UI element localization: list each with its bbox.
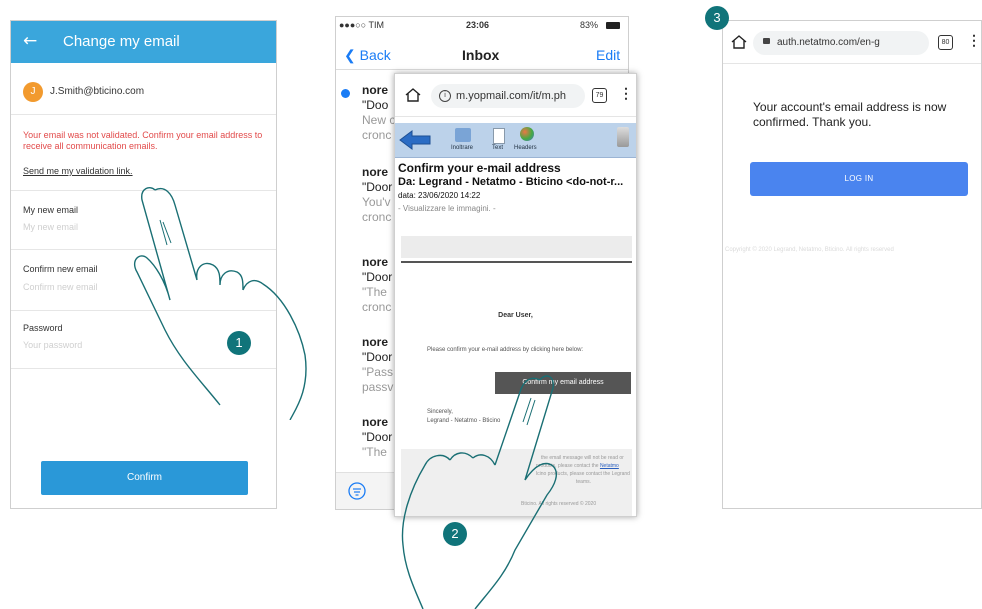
browser-url-bar: i m.yopmail.com/it/m.ph 79 ⋮ [395, 74, 636, 117]
mail-banner [401, 236, 632, 258]
confirmation-screen: auth.netatmo.com/en-g 80 ⋮ Your account'… [722, 20, 982, 509]
mail-toolbar: Inoltrare Text Headers [395, 123, 636, 158]
step-badge-1: 1 [227, 331, 251, 355]
confirm-email-field[interactable]: Confirm new email [23, 282, 98, 292]
current-email: J.Smith@bticino.com [50, 86, 145, 97]
new-email-label: My new email [23, 205, 79, 215]
battery-icon [606, 22, 620, 29]
app-header: ← Change my email [11, 21, 276, 63]
login-button[interactable]: LOG IN [750, 162, 968, 196]
carrier-label: ●●●○○ TIM [339, 20, 385, 30]
headers-icon[interactable] [520, 127, 534, 141]
nav-bar: ❮ Back Inbox Edit [336, 37, 628, 70]
divider [11, 114, 276, 115]
back-button[interactable]: ❮ Back [344, 47, 391, 64]
mail-subject: Confirm your e-mail address [398, 161, 561, 175]
list-item[interactable]: nore "Door "The cronc [362, 255, 392, 315]
home-icon[interactable] [731, 35, 747, 49]
divider [401, 261, 632, 263]
step-badge-3: 3 [705, 6, 729, 30]
list-item[interactable]: nore "Door "The [362, 415, 392, 460]
tab-count-icon[interactable]: 80 [938, 35, 953, 50]
mail-date: data: 23/06/2020 14:22 [398, 191, 481, 200]
hand-pointer-icon [133, 187, 307, 420]
unread-dot-icon [341, 89, 350, 98]
nav-title: Inbox [462, 47, 500, 63]
mail-greeting: Dear User, [498, 312, 533, 319]
lock-icon [763, 38, 770, 44]
avatar: J [23, 82, 43, 102]
footer-link[interactable]: Netatmo [600, 463, 619, 469]
text-label: Text [492, 145, 504, 151]
send-validation-link[interactable]: Send me my validation link. [23, 166, 133, 176]
arrow-back-icon[interactable] [398, 129, 432, 151]
show-images-link[interactable]: - Visualizzare le immagini. - [398, 204, 496, 213]
tab-count-icon[interactable]: 79 [592, 88, 607, 103]
page-title: Change my email [63, 33, 180, 50]
status-bar: ●●●○○ TIM 23:06 83% [336, 17, 628, 35]
forward-icon[interactable] [455, 128, 471, 142]
confirmation-message: Your account's email address is now conf… [753, 100, 947, 129]
browser-url-bar: auth.netatmo.com/en-g 80 ⋮ [723, 21, 981, 64]
url-field[interactable]: auth.netatmo.com/en-g [753, 31, 929, 55]
mail-instruction: Please confirm your e-mail address by cl… [427, 347, 584, 353]
mail-sender: Da: Legrand - Netatmo - Bticino <do-not-… [398, 176, 624, 188]
confirm-email-label: Confirm new email [23, 264, 98, 274]
password-label: Password [23, 323, 63, 333]
list-item[interactable]: nore "Door You'v cronc [362, 165, 392, 225]
kebab-menu-icon[interactable]: ⋮ [619, 85, 633, 102]
list-item[interactable]: nore "Door "Pass passv [362, 335, 393, 395]
step-badge-2: 2 [443, 522, 467, 546]
hand-pointer-icon [401, 375, 557, 609]
list-item[interactable]: nore "Doo New c cronc [362, 83, 395, 143]
clock: 23:06 [466, 20, 490, 30]
text-icon[interactable] [493, 128, 505, 144]
filter-icon[interactable] [348, 482, 366, 500]
kebab-menu-icon[interactable]: ⋮ [967, 32, 981, 49]
arrow-left-icon[interactable]: ← [23, 31, 37, 51]
validation-warning: Your email was not validated. Confirm yo… [23, 130, 263, 151]
trash-icon[interactable] [617, 127, 629, 147]
confirm-button[interactable]: Confirm [41, 461, 248, 495]
url-field[interactable]: i m.yopmail.com/it/m.ph [431, 84, 585, 108]
home-icon[interactable] [405, 88, 421, 102]
new-email-field[interactable]: My new email [23, 222, 78, 232]
headers-label: Headers [514, 145, 537, 151]
forward-label: Inoltrare [451, 145, 474, 151]
password-field[interactable]: Your password [23, 340, 82, 350]
edit-button[interactable]: Edit [596, 47, 620, 63]
battery-label: 83% [580, 20, 599, 30]
copyright-text: Copyright © 2020 Legrand, Netatmo, Btici… [725, 247, 894, 253]
info-icon: i [439, 90, 451, 102]
